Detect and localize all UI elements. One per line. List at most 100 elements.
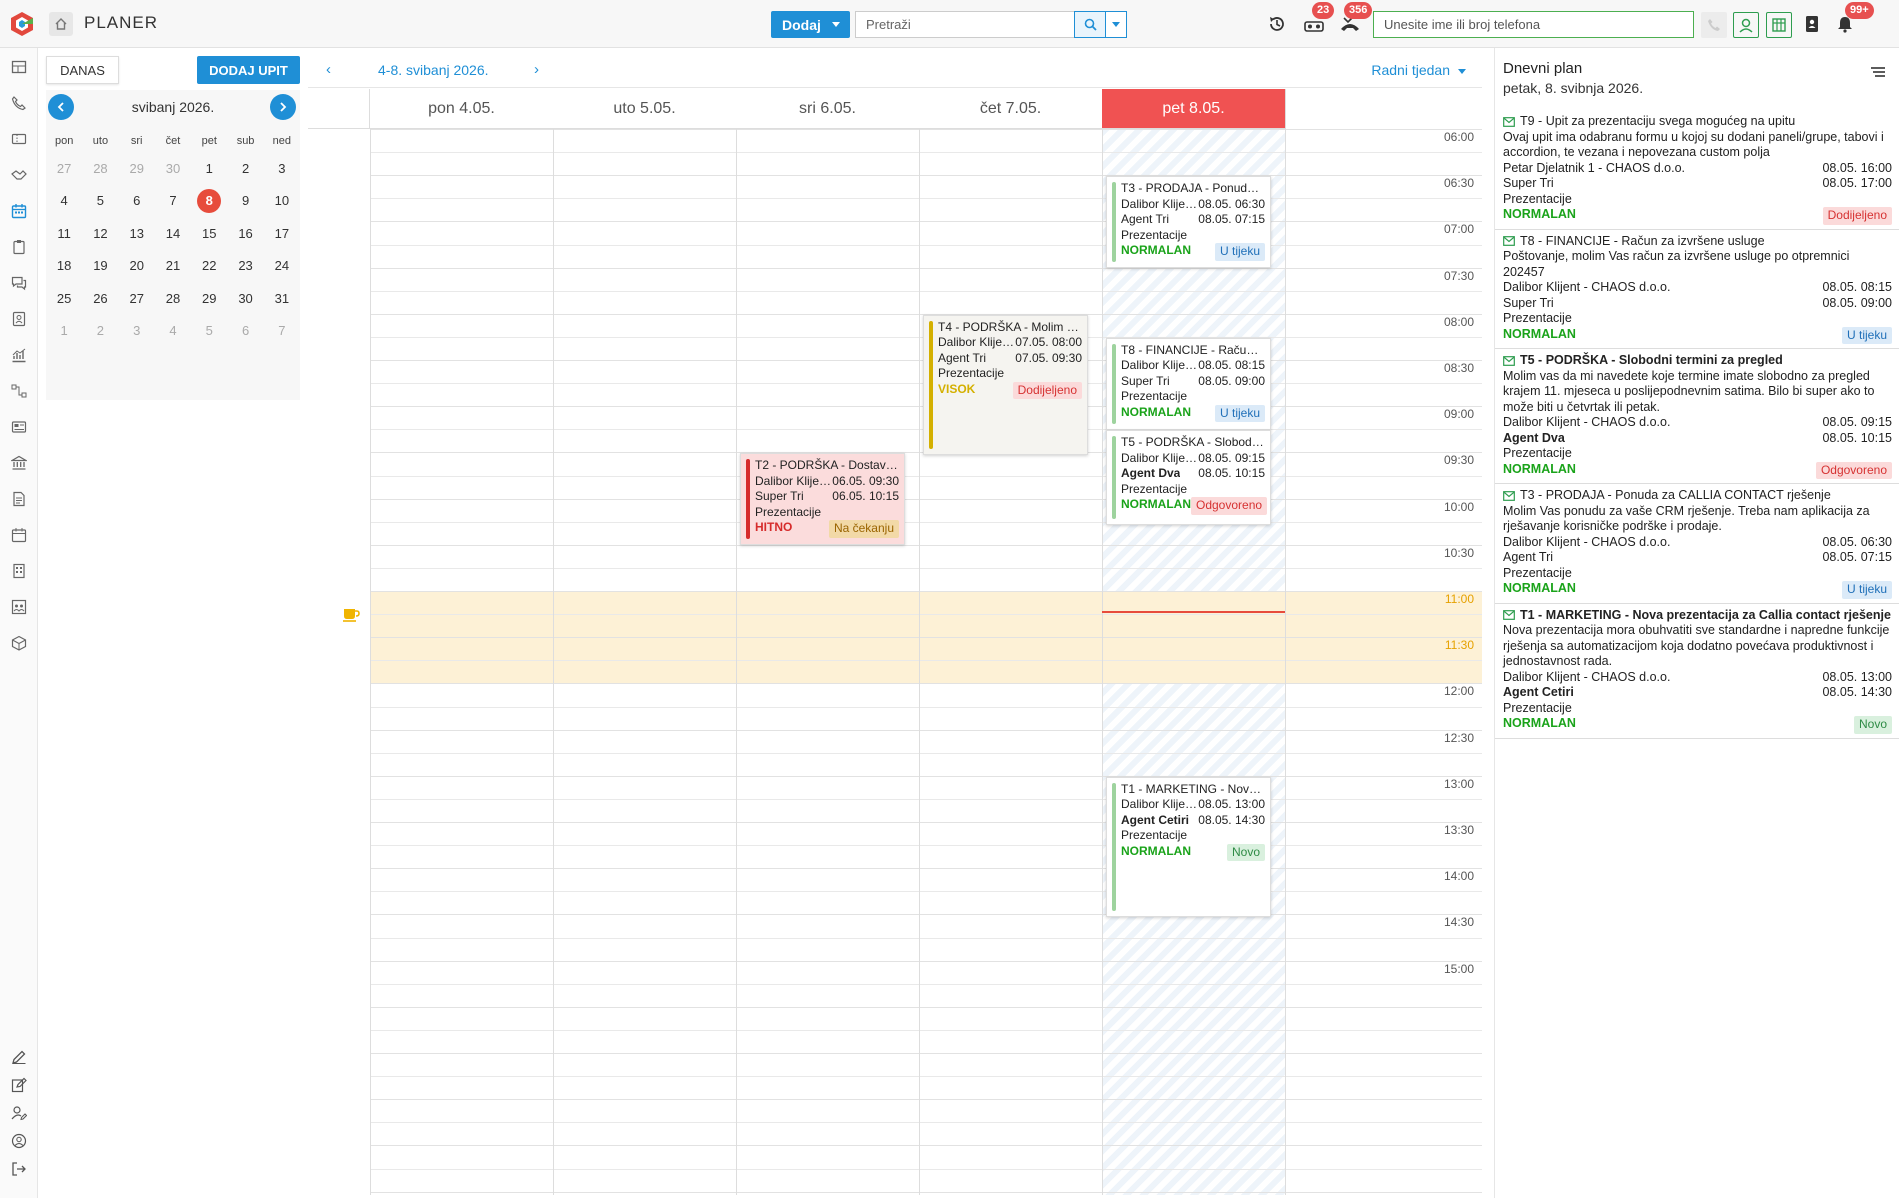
daily-plan-item[interactable]: T1 - MARKETING - Nova prezentacija za Ca… <box>1495 604 1899 739</box>
mini-calendar-day[interactable]: 31 <box>264 282 300 315</box>
nav-edit-notes[interactable] <box>8 1074 30 1096</box>
mini-calendar-day[interactable]: 8 <box>191 185 227 218</box>
mini-calendar-day[interactable]: 19 <box>82 250 118 283</box>
search-button[interactable] <box>1074 11 1106 38</box>
mini-calendar-day[interactable]: 15 <box>191 217 227 250</box>
mini-calendar-day[interactable]: 27 <box>119 282 155 315</box>
day-header[interactable]: sri 6.05. <box>736 89 920 129</box>
day-header[interactable]: uto 5.05. <box>553 89 737 129</box>
calendar-event[interactable]: T5 - PODRŠKA - Slobodni ter...Dalibor Kl… <box>1106 430 1271 525</box>
mini-calendar-day[interactable]: 30 <box>155 152 191 185</box>
nav-schedule[interactable] <box>8 524 30 546</box>
calendar-event[interactable]: T8 - FINANCIJE - Račun za izvrš...Dalibo… <box>1106 337 1271 430</box>
mini-calendar-day[interactable]: 28 <box>155 282 191 315</box>
nav-planner[interactable] <box>8 200 30 222</box>
mini-calendar-day[interactable]: 27 <box>46 152 82 185</box>
mini-calendar-day[interactable]: 28 <box>82 152 118 185</box>
prev-week-button[interactable]: ‹ <box>326 61 331 78</box>
nav-chat[interactable] <box>8 272 30 294</box>
mini-calendar-day[interactable]: 25 <box>46 282 82 315</box>
mini-calendar-day[interactable]: 21 <box>155 250 191 283</box>
day-header[interactable]: čet 7.05. <box>919 89 1103 129</box>
search-input[interactable]: Pretraži <box>855 11 1075 38</box>
mini-calendar-day[interactable]: 20 <box>119 250 155 283</box>
nav-calls[interactable] <box>8 92 30 114</box>
phone-search-input[interactable]: Unesite ime ili broj telefona <box>1373 11 1694 38</box>
mini-calendar-day[interactable]: 10 <box>264 185 300 218</box>
mini-calendar-day[interactable]: 13 <box>119 217 155 250</box>
nav-products[interactable] <box>8 632 30 654</box>
mini-calendar-day[interactable]: 3 <box>264 152 300 185</box>
week-range-label[interactable]: 4-8. svibanj 2026. <box>378 62 489 78</box>
notifications-button[interactable]: 99+ <box>1833 2 1874 36</box>
nav-logout[interactable] <box>8 1158 30 1180</box>
mini-calendar-day[interactable]: 5 <box>82 185 118 218</box>
mini-calendar-day[interactable]: 30 <box>227 282 263 315</box>
call-button[interactable] <box>1701 12 1727 38</box>
calendar-event[interactable]: T4 - PODRŠKA - Molim vas do...Dalibor Kl… <box>923 314 1088 456</box>
view-selector[interactable]: Radni tjedan <box>1371 62 1466 78</box>
mini-calendar-day[interactable]: 17 <box>264 217 300 250</box>
nav-contacts[interactable] <box>8 308 30 330</box>
agent-status-button[interactable] <box>1733 12 1759 38</box>
calendar-event[interactable]: T3 - PRODAJA - Ponuda za CAL...Dalibor K… <box>1106 176 1271 269</box>
add-inquiry-button[interactable]: DODAJ UPIT <box>197 56 300 84</box>
history-button[interactable] <box>1265 12 1289 36</box>
next-month-button[interactable] <box>270 94 296 120</box>
mini-calendar-day[interactable]: 9 <box>227 185 263 218</box>
voicemail-button[interactable]: 23 <box>1302 2 1335 36</box>
missed-calls-button[interactable]: 356 <box>1338 2 1373 36</box>
mini-calendar-day[interactable]: 7 <box>155 185 191 218</box>
nav-tickets[interactable] <box>8 128 30 150</box>
nav-workflow[interactable] <box>8 380 30 402</box>
mini-calendar-day[interactable]: 14 <box>155 217 191 250</box>
daily-plan-item[interactable]: T3 - PRODAJA - Ponuda za CALLIA CONTACT … <box>1495 484 1899 604</box>
nav-statistics[interactable] <box>8 344 30 366</box>
mini-calendar-day[interactable]: 4 <box>155 315 191 348</box>
mini-calendar-day[interactable]: 6 <box>119 185 155 218</box>
next-week-button[interactable]: › <box>534 61 539 78</box>
mini-calendar-day[interactable]: 1 <box>46 315 82 348</box>
mini-calendar-day[interactable]: 2 <box>82 315 118 348</box>
reports-button[interactable] <box>1766 12 1792 38</box>
mini-calendar-day[interactable]: 29 <box>191 282 227 315</box>
day-header[interactable]: pet 8.05. <box>1102 89 1286 129</box>
nav-profile[interactable] <box>8 1130 30 1152</box>
menu-icon[interactable] <box>1871 66 1885 78</box>
mini-calendar-day[interactable]: 22 <box>191 250 227 283</box>
nav-institutions[interactable] <box>8 452 30 474</box>
mini-calendar-day[interactable]: 16 <box>227 217 263 250</box>
day-header[interactable]: pon 4.05. <box>370 89 554 129</box>
mini-calendar-day[interactable]: 12 <box>82 217 118 250</box>
mini-calendar-day[interactable]: 4 <box>46 185 82 218</box>
contacts-button[interactable] <box>1800 12 1824 36</box>
nav-news[interactable] <box>8 416 30 438</box>
mini-calendar-day[interactable]: 1 <box>191 152 227 185</box>
nav-documents[interactable] <box>8 488 30 510</box>
mini-calendar-day[interactable]: 23 <box>227 250 263 283</box>
mini-calendar-day[interactable]: 7 <box>264 315 300 348</box>
nav-user-edit[interactable] <box>8 1102 30 1124</box>
mini-calendar-day[interactable]: 5 <box>191 315 227 348</box>
daily-plan-item[interactable]: T5 - PODRŠKA - Slobodni termini za pregl… <box>1495 349 1899 484</box>
nav-teams[interactable] <box>8 596 30 618</box>
mini-calendar-day[interactable]: 24 <box>264 250 300 283</box>
nav-partners[interactable] <box>8 164 30 186</box>
today-button[interactable]: DANAS <box>46 56 119 84</box>
add-dropdown-button[interactable]: Dodaj <box>771 11 850 38</box>
search-options-button[interactable] <box>1106 11 1127 38</box>
calendar-event[interactable]: T1 - MARKETING - Nova prez...Dalibor Kli… <box>1106 776 1271 918</box>
daily-plan-item[interactable]: T9 - Upit za prezentaciju svega mogućeg … <box>1495 110 1899 230</box>
daily-plan-item[interactable]: T8 - FINANCIJE - Račun za izvršene uslug… <box>1495 230 1899 349</box>
nav-tasks[interactable] <box>8 236 30 258</box>
nav-edit[interactable] <box>8 1046 30 1068</box>
nav-buildings[interactable] <box>8 560 30 582</box>
mini-calendar-day[interactable]: 6 <box>227 315 263 348</box>
calendar-event[interactable]: T2 - PODRŠKA - Dostavna služ...Dalibor K… <box>740 453 905 546</box>
mini-calendar-day[interactable]: 2 <box>227 152 263 185</box>
home-button[interactable] <box>49 12 73 36</box>
mini-calendar-day[interactable]: 29 <box>119 152 155 185</box>
mini-calendar-day[interactable]: 18 <box>46 250 82 283</box>
mini-calendar-day[interactable]: 26 <box>82 282 118 315</box>
app-logo[interactable] <box>8 10 36 38</box>
